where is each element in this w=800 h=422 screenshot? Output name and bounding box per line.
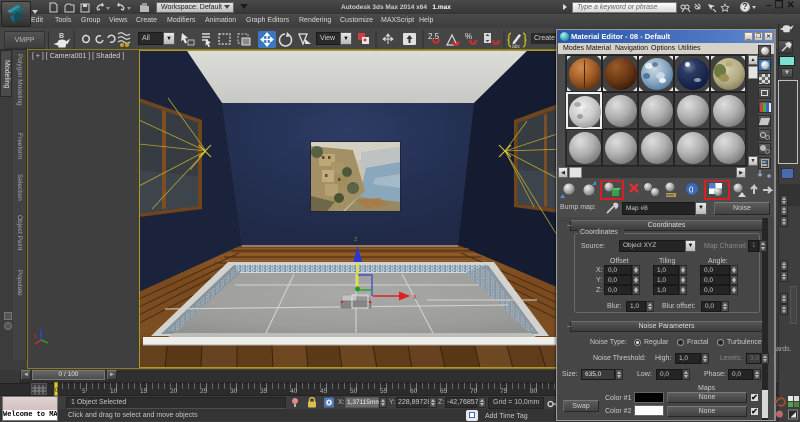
svg-text:0: 0 — [689, 186, 694, 195]
svg-text:B: B — [59, 33, 64, 40]
svg-text:z: z — [354, 236, 358, 243]
svg-text:%: % — [465, 32, 472, 41]
svg-text:x: x — [34, 334, 37, 340]
svg-text:x: x — [413, 294, 417, 301]
